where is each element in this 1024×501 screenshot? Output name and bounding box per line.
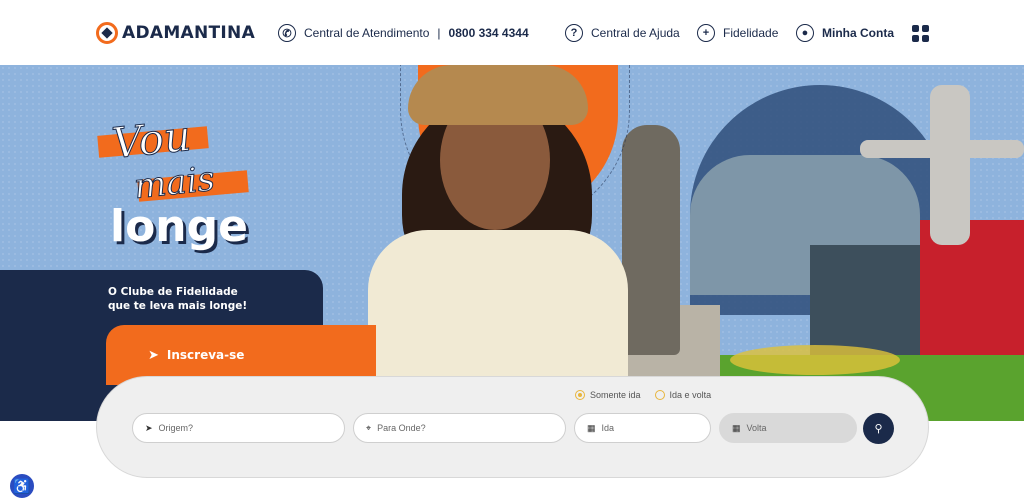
contact-label: Central de Atendimento (304, 26, 430, 40)
loyalty-label: Fidelidade (723, 26, 779, 40)
trip-search-panel: Somente ida Ida e volta ➤ Origem? ⌖ Para… (96, 376, 929, 478)
accessibility-button[interactable]: ♿ (8, 472, 36, 500)
return-placeholder: Volta (746, 423, 767, 433)
grid-cell (922, 35, 929, 42)
grid-menu-icon[interactable] (912, 25, 929, 42)
help-circle-icon: ? (565, 24, 583, 42)
brand-name: ADAMANTINA (122, 23, 256, 43)
tagline-line-2: que te leva mais longe! (108, 300, 248, 312)
grid-cell (912, 25, 919, 32)
account-label: Minha Conta (822, 26, 894, 40)
headline-word-3: longe (110, 201, 248, 252)
radio-round-trip[interactable]: Ida e volta (654, 390, 712, 400)
radio-one-way-label: Somente ida (590, 390, 641, 400)
signup-label: Inscreva-se (166, 348, 245, 362)
bronze-statue-shape (622, 125, 680, 355)
accessibility-icon: ♿ (13, 477, 31, 494)
hero-headline: Vou mais longe (97, 111, 288, 273)
trip-type-options: Somente ida Ida e volta (575, 390, 711, 400)
contact-phone: 0800 334 4344 (448, 26, 529, 40)
calendar-icon: ▦ (732, 422, 741, 433)
search-icon: ⚲ (874, 423, 883, 435)
destination-placeholder: Para Onde? (377, 423, 426, 433)
page: ADAMANTINA ✆ Central de Atendimento | 08… (0, 0, 1024, 501)
loyalty-tagline: O Clube de Fidelidade que te leva mais l… (108, 285, 247, 313)
grid-cell (922, 25, 929, 32)
depart-date-field[interactable]: ▦ Ida (574, 413, 711, 443)
contact-center-link[interactable]: ✆ Central de Atendimento | 0800 334 4344 (278, 24, 529, 42)
tagline-line-1: O Clube de Fidelidade (108, 286, 238, 298)
loyalty-link[interactable]: + Fidelidade (697, 24, 778, 42)
top-header: ADAMANTINA ✆ Central de Atendimento | 08… (0, 0, 1024, 65)
origin-placeholder: Origem? (158, 423, 194, 433)
straw-hat-shape (408, 65, 588, 125)
search-button[interactable]: ⚲ (863, 413, 894, 444)
return-date-field[interactable]: ▦ Volta (719, 413, 857, 443)
help-label: Central de Ajuda (591, 26, 680, 40)
christ-statue-shape (930, 85, 970, 245)
radio-dot (654, 390, 665, 400)
depart-placeholder: Ida (601, 423, 615, 433)
map-pin-icon: ⌖ (366, 422, 372, 433)
my-account-link[interactable]: ● Minha Conta (796, 24, 894, 42)
hero-banner: Vou mais longe O Clube de Fidelidade que… (0, 65, 1024, 421)
grid-cell (912, 35, 919, 42)
headline-word-2: mais (132, 158, 218, 208)
brand-logo[interactable]: ADAMANTINA (96, 22, 255, 44)
user-icon: ● (796, 24, 814, 42)
radio-dot-selected (575, 390, 585, 400)
plus-circle-icon: + (697, 24, 715, 42)
whatsapp-icon: ✆ (278, 24, 296, 42)
flower-bed-shape (730, 345, 900, 375)
hero-photo-collage (340, 65, 1024, 421)
destination-field[interactable]: ⌖ Para Onde? (353, 413, 566, 443)
origin-field[interactable]: ➤ Origem? (132, 413, 345, 443)
help-center-link[interactable]: ? Central de Ajuda (565, 24, 680, 42)
send-icon: ➤ (148, 347, 159, 363)
radio-round-trip-label: Ida e volta (669, 390, 712, 400)
logo-mark-icon (96, 22, 118, 44)
calendar-icon: ▦ (587, 422, 596, 433)
contact-separator: | (437, 26, 441, 40)
navigation-arrow-icon: ➤ (145, 422, 153, 433)
headline-word-1: Vou (109, 111, 194, 169)
radio-one-way[interactable]: Somente ida (575, 390, 641, 400)
